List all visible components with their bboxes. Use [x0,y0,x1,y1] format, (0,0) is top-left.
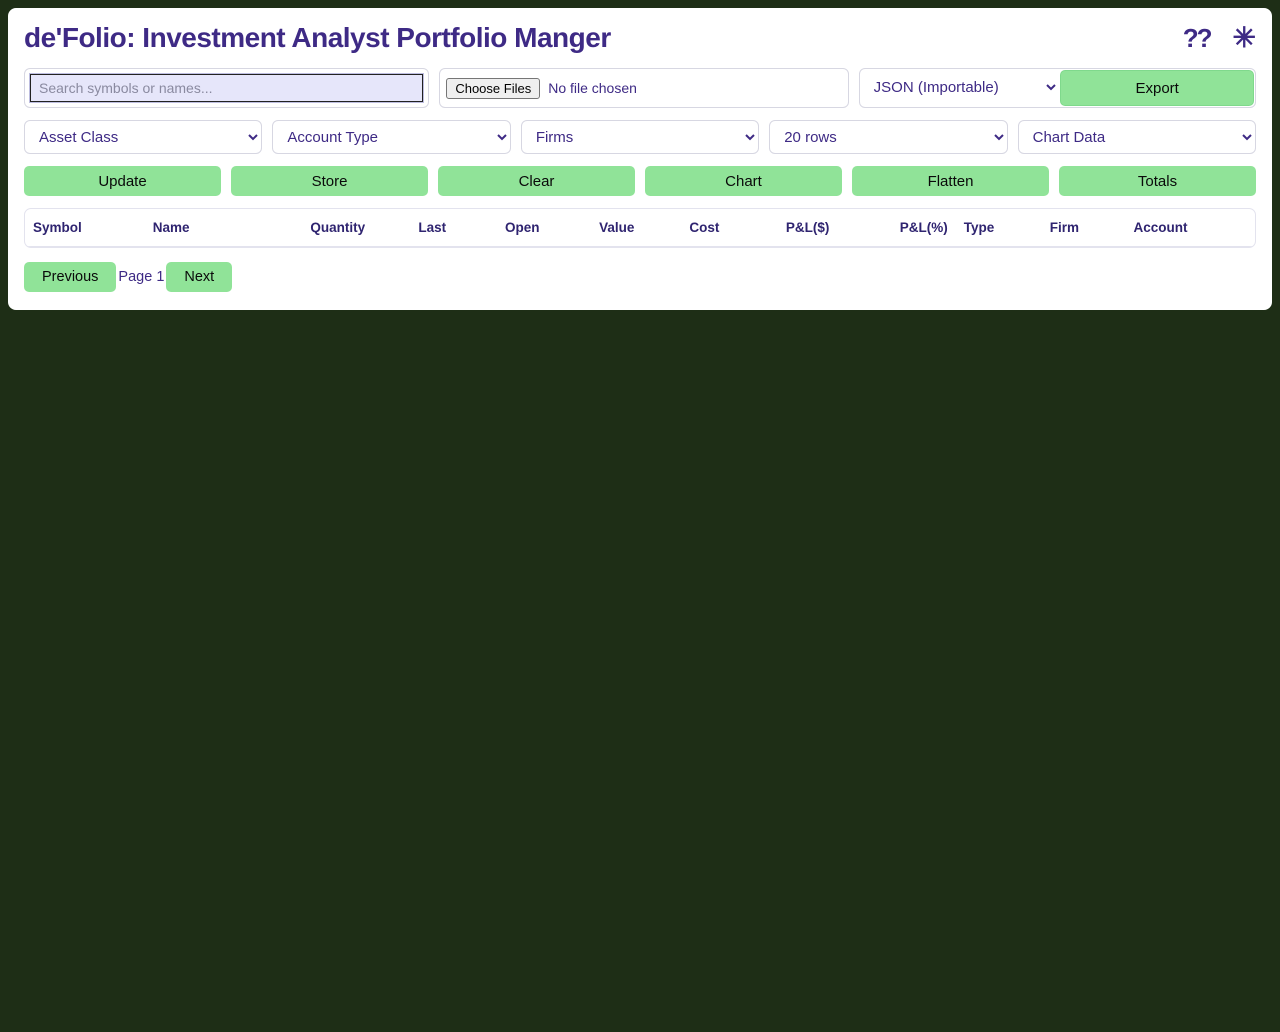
update-button[interactable]: Update [24,166,221,196]
actions-row: Update Store Clear Chart Flatten Totals [24,166,1256,196]
chart-data-select[interactable]: Chart Data [1018,120,1256,154]
col-name[interactable]: Name [145,209,243,247]
previous-button[interactable]: Previous [24,262,116,292]
app-panel: de'Folio: Investment Analyst Portfolio M… [8,8,1272,310]
io-row: Choose Files No file chosen JSON (Import… [24,68,1256,108]
header-icons: ?? ✳ [1183,23,1256,54]
export-group: JSON (Importable) Export [859,68,1256,108]
search-input[interactable] [29,73,424,103]
chart-button[interactable]: Chart [645,166,842,196]
rows-select[interactable]: 20 rows [769,120,1007,154]
col-account[interactable]: Account [1125,209,1255,247]
col-pnl-percent[interactable]: P&L(%) [837,209,955,247]
col-cost[interactable]: Cost [642,209,727,247]
col-pnl-dollar[interactable]: P&L($) [727,209,837,247]
file-status: No file chosen [548,80,637,96]
export-button[interactable]: Export [1060,70,1254,106]
col-symbol[interactable]: Symbol [25,209,145,247]
col-last[interactable]: Last [373,209,454,247]
header: de'Folio: Investment Analyst Portfolio M… [24,22,1256,54]
search-wrap [24,68,429,108]
asterisk-icon[interactable]: ✳ [1233,24,1256,52]
next-button[interactable]: Next [166,262,232,292]
col-firm[interactable]: Firm [1042,209,1126,247]
col-type[interactable]: Type [956,209,1042,247]
flatten-button[interactable]: Flatten [852,166,1049,196]
account-type-select[interactable]: Account Type [272,120,510,154]
holdings-table: Symbol Name Quantity Last Open Value Cos… [25,209,1255,247]
col-open[interactable]: Open [454,209,547,247]
totals-button[interactable]: Totals [1059,166,1256,196]
help-icon[interactable]: ?? [1183,23,1211,54]
holdings-table-wrap: Symbol Name Quantity Last Open Value Cos… [24,208,1256,248]
table-header-row: Symbol Name Quantity Last Open Value Cos… [25,209,1255,247]
filters-row: Asset Class Account Type Firms 20 rows C… [24,120,1256,154]
store-button[interactable]: Store [231,166,428,196]
clear-button[interactable]: Clear [438,166,635,196]
page-indicator: Page 1 [116,269,166,285]
asset-class-select[interactable]: Asset Class [24,120,262,154]
col-quantity[interactable]: Quantity [242,209,373,247]
firms-select[interactable]: Firms [521,120,759,154]
export-format-select[interactable]: JSON (Importable) [860,69,1060,105]
app-title: de'Folio: Investment Analyst Portfolio M… [24,22,611,54]
col-value[interactable]: Value [548,209,643,247]
file-import: Choose Files No file chosen [439,68,848,108]
choose-files-button[interactable]: Choose Files [446,78,540,99]
pagination: Previous Page 1 Next [24,262,1256,292]
